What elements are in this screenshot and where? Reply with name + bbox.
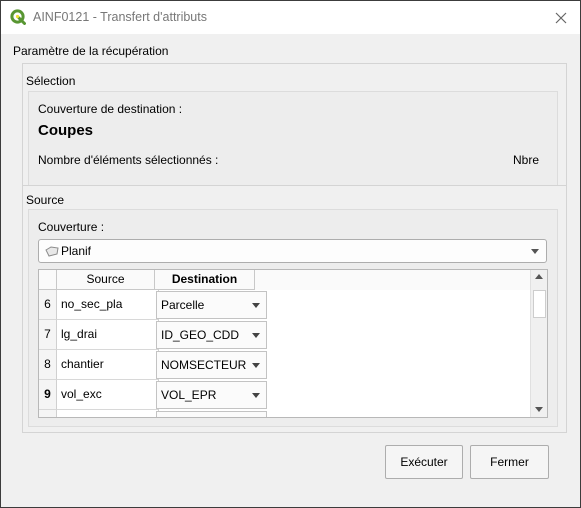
params-label: Paramètre de la récupération <box>13 44 169 58</box>
selected-count-value: Nbre <box>513 153 540 167</box>
table-scrollbar[interactable] <box>530 270 547 417</box>
destination-field-value: NOMSECTEUR <box>161 358 247 372</box>
close-icon <box>555 12 567 24</box>
attribute-mapping-table: Source Destination 6 no_sec_pla Parcelle… <box>38 269 548 418</box>
selection-label: Sélection <box>26 74 76 88</box>
selection-panel: Couverture de destination : Coupes Nombr… <box>28 91 558 187</box>
destination-field-select[interactable]: NOMSECTEUR <box>156 351 267 379</box>
close-window-button[interactable] <box>550 7 572 29</box>
source-couverture-combo[interactable]: Planif <box>38 239 547 263</box>
destination-field-value: VOL_EPR <box>161 388 217 402</box>
chevron-down-icon <box>531 249 539 254</box>
execute-button[interactable]: Exécuter <box>385 445 463 479</box>
header-rownum <box>39 270 57 290</box>
table-header: Source Destination <box>39 270 530 290</box>
table-row: 9 vol_exc VOL_EPR <box>39 380 530 410</box>
scrollbar-thumb[interactable] <box>533 290 546 318</box>
chevron-down-icon <box>252 303 260 308</box>
row-number: 6 <box>39 290 57 320</box>
row-number: 7 <box>39 320 57 350</box>
table-row: 7 lg_drai ID_GEO_CDD <box>39 320 530 350</box>
source-field-cell[interactable]: no_sec_pla <box>57 290 159 320</box>
close-button[interactable]: Fermer <box>470 445 549 479</box>
source-field-cell[interactable]: vol_exc <box>57 380 159 410</box>
destination-field-value: Parcelle <box>161 298 205 312</box>
scroll-up-icon[interactable] <box>535 274 543 279</box>
header-source: Source <box>57 270 155 290</box>
dest-couverture-value: Coupes <box>38 122 94 139</box>
destination-field-select[interactable]: Parcelle <box>156 291 267 319</box>
polygon-layer-icon <box>45 246 59 257</box>
title-bar: AINF0121 - Transfert d'attributs <box>1 1 580 34</box>
chevron-down-icon <box>252 333 260 338</box>
selected-count-label: Nombre d'éléments sélectionnés : <box>38 153 219 167</box>
table-row: 6 no_sec_pla Parcelle <box>39 290 530 320</box>
row-number: 8 <box>39 350 57 380</box>
source-label: Source <box>26 193 65 207</box>
destination-field-select[interactable]: ID_GEO_CDD <box>156 321 267 349</box>
source-field-cell[interactable]: lg_drai <box>57 320 159 350</box>
destination-field-value: ID_GEO_CDD <box>161 328 240 342</box>
row-number <box>39 410 57 417</box>
destination-field-select[interactable] <box>156 411 267 417</box>
row-number: 9 <box>39 380 57 410</box>
source-field-cell[interactable]: chantier <box>57 350 159 380</box>
source-field-cell[interactable] <box>57 410 159 417</box>
scroll-down-icon[interactable] <box>535 407 543 412</box>
chevron-down-icon <box>252 393 260 398</box>
dest-couverture-label: Couverture de destination : <box>38 102 183 116</box>
source-couverture-value: Planif <box>61 244 92 258</box>
table-row <box>39 410 530 417</box>
header-destination: Destination <box>155 270 255 290</box>
chevron-down-icon <box>252 363 260 368</box>
destination-field-select[interactable]: VOL_EPR <box>156 381 267 409</box>
table-row: 8 chantier NOMSECTEUR <box>39 350 530 380</box>
dialog-window: AINF0121 - Transfert d'attributs Paramèt… <box>0 0 581 508</box>
window-title: AINF0121 - Transfert d'attributs <box>33 10 207 24</box>
qgis-logo-icon <box>10 9 26 25</box>
source-couverture-label: Couverture : <box>38 220 105 234</box>
